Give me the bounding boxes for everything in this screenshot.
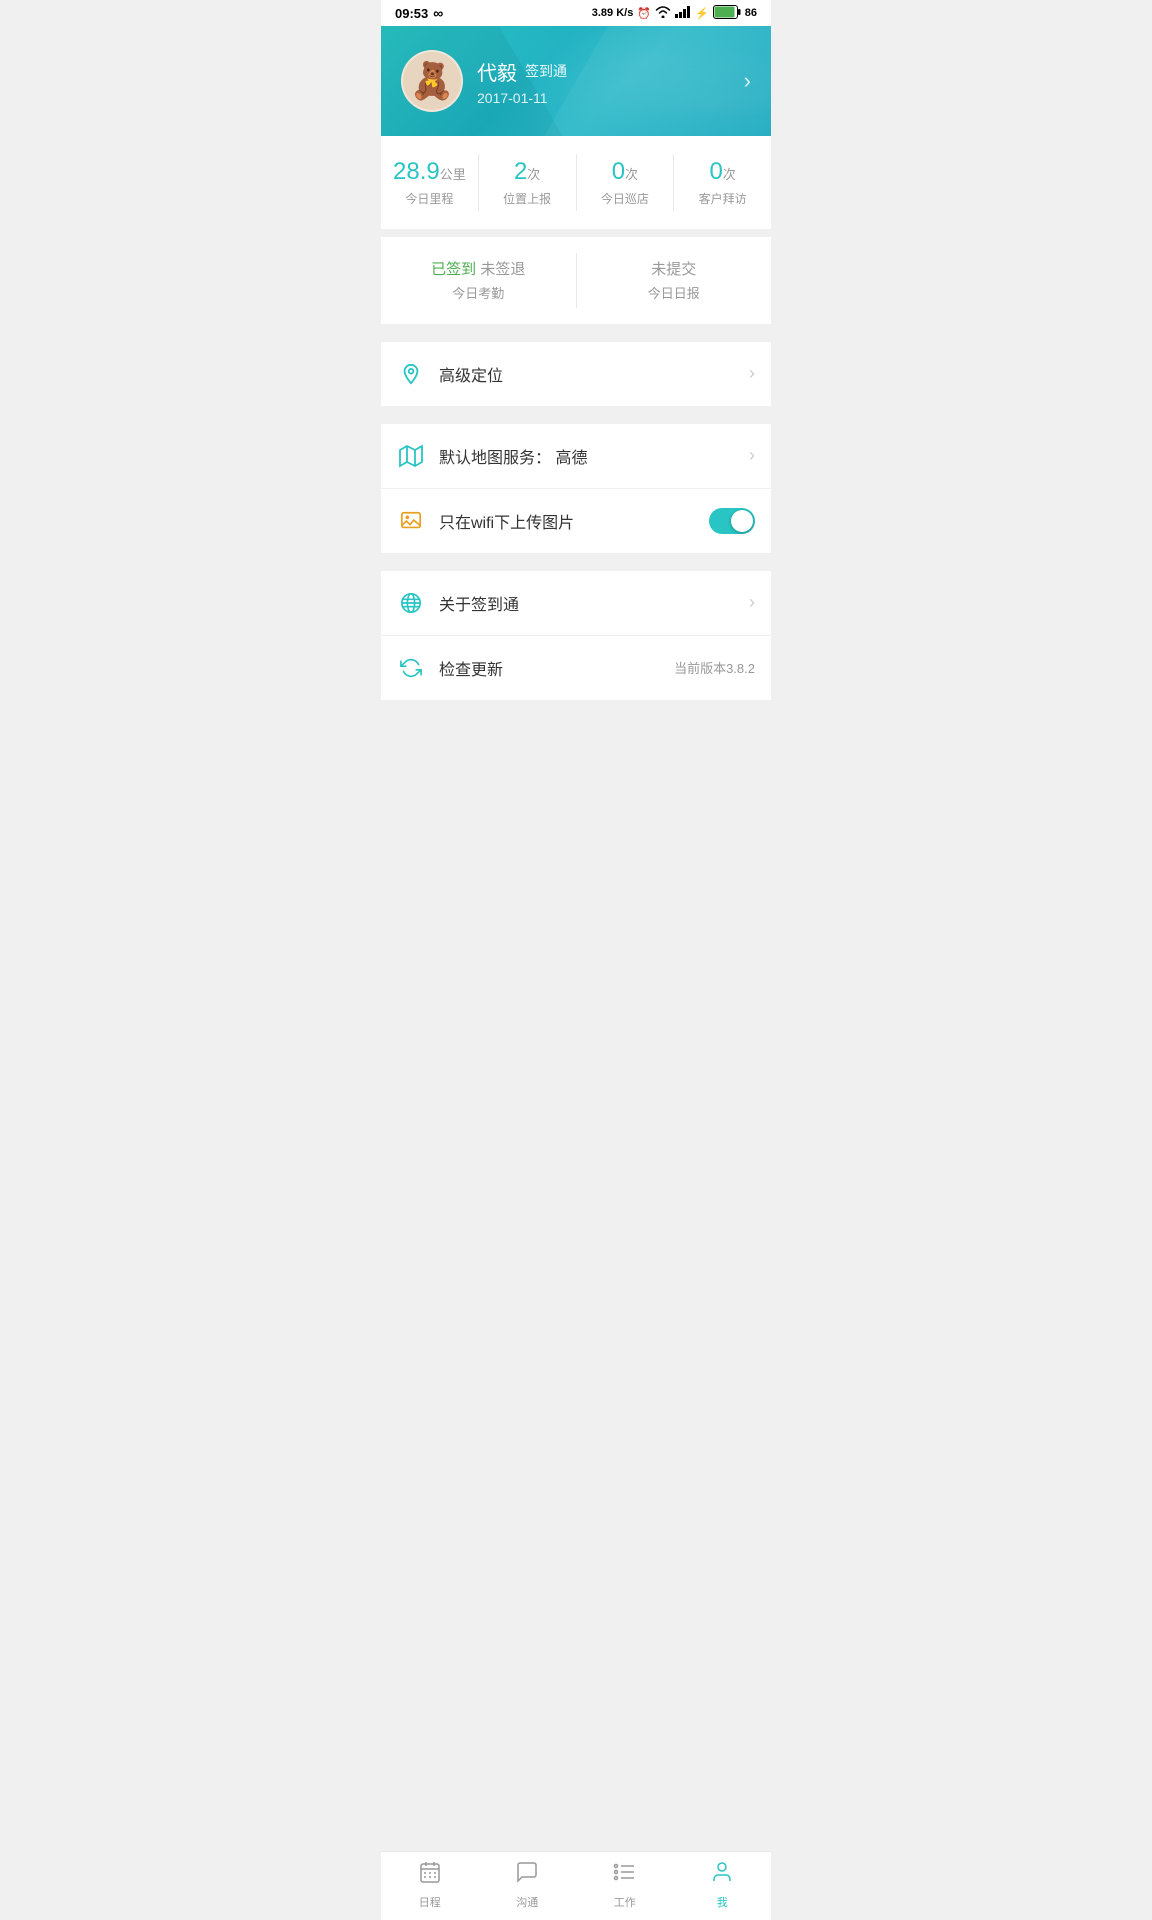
menu-chevron-about-icon: › [749,592,755,613]
stat-patrol-value: 0次 [585,158,666,187]
nav-label-work: 工作 [614,1894,636,1910]
avatar: 🧸 [401,50,463,112]
attend-checkin[interactable]: 已签到 未签退 今日考勤 [381,253,577,308]
chat-icon [515,1860,539,1890]
attend-checkin-status: 已签到 未签退 [393,259,564,280]
menu-item-map[interactable]: 默认地图服务： 高德 › [381,424,771,489]
stat-location-value: 2次 [487,158,568,187]
menu-section-about: 关于签到通 › 检查更新 当前版本3.8.2 [381,571,771,700]
stat-visit-value: 0次 [682,158,763,187]
menu-item-location[interactable]: 高级定位 › [381,342,771,406]
stat-patrol: 0次 今日巡店 [577,154,675,211]
profile-info: 代毅 签到通 2017-01-11 [477,57,567,106]
menu-item-about[interactable]: 关于签到通 › [381,571,771,636]
menu-label-location: 高级定位 [439,362,749,386]
attendance-section: 已签到 未签退 今日考勤 未提交 今日日报 [381,237,771,324]
globe-icon [397,589,425,617]
network-speed: 3.89 K/s [592,7,634,19]
stat-mileage: 28.9公里 今日里程 [381,154,479,211]
menu-right-map: › [749,445,755,466]
status-bar: 09:53 ∞ 3.89 K/s ⏰ [381,0,771,26]
nav-label-me: 我 [717,1894,728,1910]
status-time: 09:53 [395,6,428,21]
menu-chevron-location-icon: › [749,363,755,384]
menu-label-update: 检查更新 [439,656,674,680]
bottom-nav: 日程 沟通 工作 我 [381,1851,771,1920]
charging-icon: ⚡ [695,7,709,20]
profile-chevron-icon[interactable]: › [744,68,751,94]
battery-percent: 86 [745,7,757,19]
map-icon [397,442,425,470]
menu-chevron-map-icon: › [749,445,755,466]
header-banner[interactable]: 🧸 代毅 签到通 2017-01-11 › [381,26,771,136]
menu-label-wifi-upload: 只在wifi下上传图片 [439,509,709,533]
nav-item-work[interactable]: 工作 [576,1860,674,1910]
profile-name: 代毅 签到通 [477,57,567,86]
image-icon [397,507,425,535]
profile-section: 🧸 代毅 签到通 2017-01-11 [401,50,567,112]
stat-mileage-label: 今日里程 [389,190,470,207]
profile-date: 2017-01-11 [477,90,567,106]
nav-item-chat[interactable]: 沟通 [479,1860,577,1910]
menu-label-map: 默认地图服务： 高德 [439,444,749,468]
divider-1 [381,324,771,334]
toggle-knob [731,510,753,532]
menu-item-wifi-upload[interactable]: 只在wifi下上传图片 [381,489,771,553]
nav-item-schedule[interactable]: 日程 [381,1860,479,1910]
nav-label-chat: 沟通 [516,1894,538,1910]
refresh-icon [397,654,425,682]
menu-section-settings: 默认地图服务： 高德 › 只在wifi下上传图片 [381,424,771,553]
attend-report-label: 今日日报 [589,283,760,302]
wifi-icon [655,6,671,21]
divider-2 [381,406,771,416]
version-text: 当前版本3.8.2 [674,658,755,677]
nav-label-schedule: 日程 [419,1894,441,1910]
battery-display [713,5,741,22]
menu-right-wifi-toggle [709,508,755,534]
menu-item-update[interactable]: 检查更新 当前版本3.8.2 [381,636,771,700]
menu-section-location: 高级定位 › [381,342,771,406]
stat-location: 2次 位置上报 [479,154,577,211]
not-signed-out-status: 未签退 [480,261,525,278]
schedule-icon [418,1860,442,1890]
status-right: 3.89 K/s ⏰ ⚡ [592,5,757,22]
divider-3 [381,553,771,563]
attend-report-status: 未提交 [589,259,760,280]
stat-mileage-value: 28.9公里 [389,158,470,187]
location-icon [397,360,425,388]
signal-icon [675,6,691,21]
app-name: 签到通 [525,61,567,81]
menu-right-location: › [749,363,755,384]
status-left: 09:53 ∞ [395,5,443,21]
stat-location-label: 位置上报 [487,190,568,207]
infinity-icon: ∞ [433,5,443,21]
menu-right-about: › [749,592,755,613]
attend-report[interactable]: 未提交 今日日报 [577,253,772,308]
menu-label-about: 关于签到通 [439,591,749,615]
me-icon [710,1860,734,1890]
stat-patrol-label: 今日巡店 [585,190,666,207]
nav-item-me[interactable]: 我 [674,1860,772,1910]
user-name: 代毅 [477,57,517,86]
stat-visit: 0次 客户拜访 [674,154,771,211]
work-icon [613,1860,637,1890]
menu-right-update: 当前版本3.8.2 [674,658,755,677]
clock-icon: ⏰ [637,7,651,20]
stat-visit-label: 客户拜访 [682,190,763,207]
attend-checkin-label: 今日考勤 [393,283,564,302]
wifi-upload-toggle[interactable] [709,508,755,534]
signed-in-status: 已签到 [431,261,476,278]
stats-section: 28.9公里 今日里程 2次 位置上报 0次 今日巡店 0次 客户拜访 [381,136,771,229]
